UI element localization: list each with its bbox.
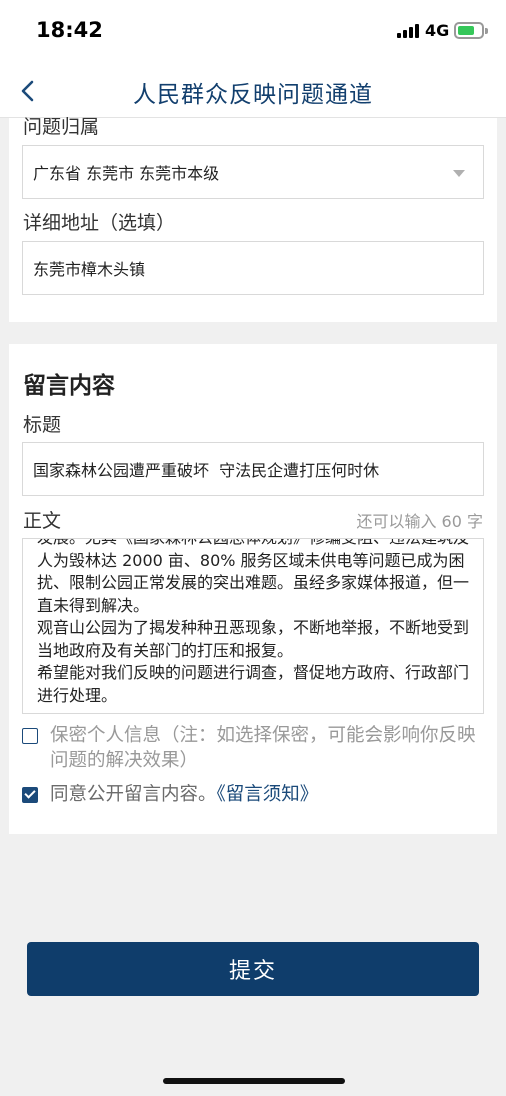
char-counter: 还可以输入 60 字: [356, 512, 483, 531]
subject-value: 国家森林公园遭严重破坏 守法民企遭打压何时休: [33, 461, 380, 480]
status-time: 18:42: [36, 18, 103, 42]
home-indicator: [163, 1078, 345, 1084]
address-input[interactable]: 东莞市樟木头镇: [22, 241, 484, 295]
body-label: 正文: [23, 510, 62, 532]
message-notice-link[interactable]: 《留言须知》: [217, 784, 319, 805]
body-paragraph: 观音山公园为了揭发种种丑恶现象，不断地举报，不断地受到当地政府及有关部门的打压和…: [37, 618, 470, 660]
nav-bar: 人民群众反映问题通道: [0, 62, 506, 118]
public-consent-label: 同意公开留言内容。: [50, 784, 217, 805]
address-label: 详细地址（选填）: [23, 212, 176, 234]
section-title: 留言内容: [23, 373, 115, 399]
region-value: 广东省 东莞市 东莞市本级: [33, 164, 220, 183]
body-text: 发展。尤其《国家森林公园总体规划》修编受阻、违法建筑及人为毁林达 2000 亩、…: [37, 539, 473, 707]
body-textarea[interactable]: 发展。尤其《国家森林公园总体规划》修编受阻、违法建筑及人为毁林达 2000 亩、…: [22, 538, 484, 714]
subject-label: 标题: [23, 414, 62, 436]
region-select[interactable]: 广东省 东莞市 东莞市本级: [22, 145, 484, 199]
public-consent-text[interactable]: 同意公开留言内容。《留言须知》: [50, 782, 485, 807]
network-type: 4G: [425, 21, 450, 40]
submit-button[interactable]: 提交: [27, 942, 479, 996]
region-label: 问题归属: [23, 116, 100, 138]
message-card: 留言内容 标题 国家森林公园遭严重破坏 守法民企遭打压何时休 正文 还可以输入 …: [9, 344, 497, 834]
battery-charging-icon: [454, 22, 488, 39]
address-value: 东莞市樟木头镇: [33, 260, 146, 279]
location-card: 问题归属 广东省 东莞市 东莞市本级 详细地址（选填） 东莞市樟木头镇: [9, 116, 497, 322]
body-paragraph: 希望能对我们反映的问题进行调查，督促地方政府、行政部门进行处理。: [37, 663, 470, 705]
subject-input[interactable]: 国家森林公园遭严重破坏 守法民企遭打压何时休: [22, 442, 484, 496]
privacy-option-text[interactable]: 保密个人信息（注：如选择保密，可能会影响你反映问题的解决效果）: [50, 723, 485, 773]
body-paragraph: 发展。尤其《国家森林公园总体规划》修编受阻、违法建筑及人为毁林达 2000 亩、…: [37, 539, 470, 615]
status-bar: 18:42 4G: [0, 0, 506, 62]
cellular-signal-icon: [397, 24, 419, 38]
dropdown-arrow-icon: [453, 170, 465, 177]
public-consent-checkbox[interactable]: [22, 787, 38, 803]
privacy-checkbox[interactable]: [22, 728, 38, 744]
page-title: 人民群众反映问题通道: [133, 82, 373, 108]
